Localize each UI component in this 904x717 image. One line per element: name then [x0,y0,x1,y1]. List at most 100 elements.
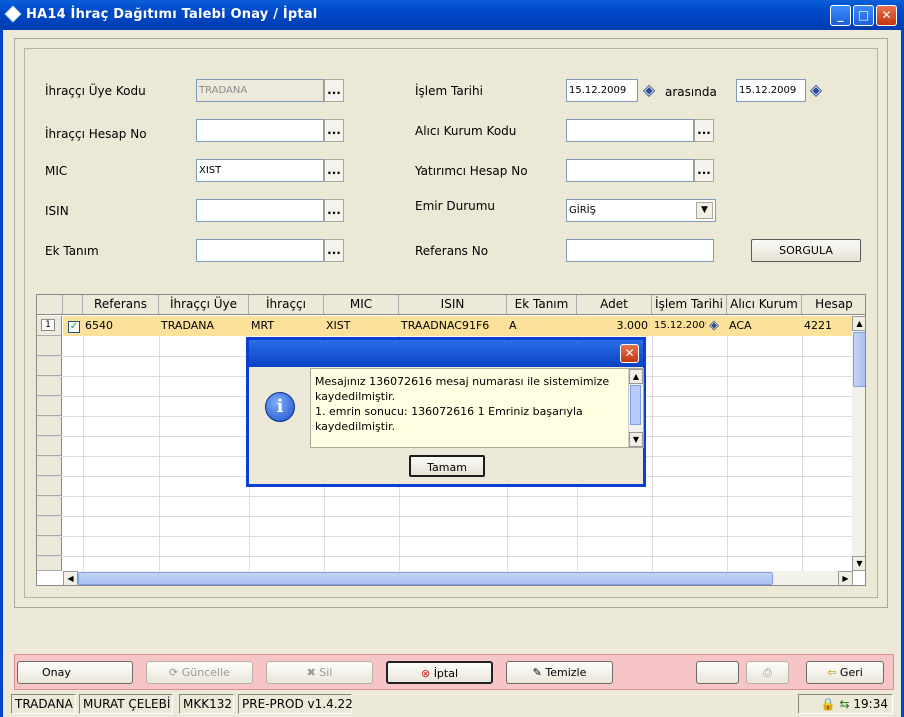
emir-durumu-label: Emir Durumu [415,199,496,213]
blank-button[interactable] [696,661,739,684]
mic-label: MIC [45,164,68,178]
cell-isin[interactable]: TRAADNAC91F6 [399,316,507,336]
cell-islem-tarihi[interactable]: 15.12.2009 [652,316,706,336]
cell-alici-kurum[interactable]: ACA [727,316,802,336]
row-header[interactable] [37,376,62,396]
onay-button[interactable]: Onay [17,661,133,684]
alici-kurum-input[interactable] [566,119,694,142]
vertical-scrollbar[interactable]: ▲ ▼ [852,316,865,571]
col-divider [802,315,803,571]
emir-durumu-select[interactable]: GİRİŞ ▼ [566,199,716,222]
horizontal-scrollbar[interactable]: ◀ ▶ [63,571,853,585]
minimize-button[interactable]: _ [830,5,851,26]
cell-referans[interactable]: 6540 [83,316,159,336]
yatirimci-hesap-label: Yatırımcı Hesap No [415,164,528,178]
ek-tanim-label: Ek Tanım [45,244,99,258]
cell-ihracci[interactable]: MRT [249,316,324,336]
cell-hesap[interactable]: 4221 [802,316,852,336]
onay-label: Onay [42,666,71,679]
col-header[interactable]: Referans [83,295,159,315]
calendar-from-icon[interactable]: ◈ [640,80,658,100]
chevron-down-icon[interactable]: ▼ [696,202,713,219]
row-checkbox[interactable]: ✓ [66,316,82,336]
scroll-down-icon[interactable]: ▼ [852,556,865,571]
row-header[interactable] [37,356,62,376]
issuer-account-input[interactable] [196,119,324,142]
row-header[interactable] [37,536,62,556]
emir-durumu-value: GİRİŞ [569,205,596,216]
action-toolbar: Onay ⟳ Güncelle ✖ Sil ⊗ İptal ✎ Temizle … [14,654,894,690]
col-header[interactable]: ISIN [399,295,507,315]
isin-label: ISIN [45,204,69,218]
scroll-left-icon[interactable]: ◀ [63,571,78,585]
dialog-message-scrollbar[interactable]: ▲ ▼ [628,369,643,447]
issuer-member-code-lookup-button[interactable]: ... [324,79,344,102]
scroll-down-icon[interactable]: ▼ [629,432,643,447]
row-header[interactable] [37,396,62,416]
temizle-button[interactable]: ✎ Temizle [506,661,613,684]
cell-mic[interactable]: XIST [324,316,399,336]
status-tray: 🔒 ⇆ 19:34 [798,694,893,714]
print-button[interactable]: ⎙ [746,661,789,684]
ok-button[interactable]: Tamam [409,455,485,477]
vertical-scroll-thumb[interactable] [853,332,865,387]
isin-input[interactable] [196,199,324,222]
maximize-button[interactable]: □ [853,5,874,26]
date-to-input[interactable]: 15.12.2009 [736,79,806,102]
sil-label: Sil [319,666,333,679]
row-header[interactable]: 1 [37,316,62,336]
dialog-scroll-thumb[interactable] [630,385,641,425]
issuer-member-code-label: İhraççı Üye Kodu [45,84,146,98]
scroll-up-icon[interactable]: ▲ [852,316,865,331]
issuer-account-label: İhraççı Hesap No [45,127,147,141]
sil-button[interactable]: ✖ Sil [266,661,373,684]
col-header[interactable]: Ek Tanım [507,295,577,315]
cell-ihracci-uye[interactable]: TRADANA [159,316,249,336]
status-user: MURAT ÇELEBİ [79,694,173,714]
scroll-right-icon[interactable]: ▶ [838,571,853,585]
issuer-account-lookup-button[interactable]: ... [324,119,344,142]
col-header[interactable]: Alıcı Kurum [727,295,802,315]
row-header[interactable] [37,556,62,571]
scroll-up-icon[interactable]: ▲ [629,369,643,384]
row-header[interactable] [37,476,62,496]
info-dialog: ✕ i Mesajınız 136072616 mesaj numarası i… [246,337,646,487]
yatirimci-hesap-input[interactable] [566,159,694,182]
col-header[interactable]: İşlem Tarihi [652,295,727,315]
referans-input[interactable] [566,239,714,262]
row-header[interactable] [37,436,62,456]
ek-tanim-input[interactable] [196,239,324,262]
sorgula-button[interactable]: SORGULA [751,239,861,262]
col-header[interactable]: İhraççı Üye [159,295,249,315]
guncelle-button[interactable]: ⟳ Güncelle [146,661,253,684]
alici-kurum-lookup-button[interactable]: ... [694,119,714,142]
iptal-button[interactable]: ⊗ İptal [386,661,493,684]
ek-tanim-lookup-button[interactable]: ... [324,239,344,262]
close-button[interactable]: ✕ [876,5,897,26]
calendar-icon[interactable]: ◈ [707,316,725,336]
issuer-member-code-input[interactable]: TRADANA [196,79,324,102]
col-header[interactable]: Adet [577,295,652,315]
alici-kurum-label: Alıcı Kurum Kodu [415,124,517,138]
app-icon [4,5,22,23]
yatirimci-hesap-lookup-button[interactable]: ... [694,159,714,182]
col-divider [159,315,160,571]
cell-ek-tanim[interactable]: A [507,316,577,336]
horizontal-scroll-thumb[interactable] [78,572,773,585]
row-header[interactable] [37,496,62,516]
col-header[interactable]: MIC [324,295,399,315]
row-header[interactable] [37,336,62,356]
geri-button[interactable]: ⇦ Geri [806,661,884,684]
row-header[interactable] [37,456,62,476]
isin-lookup-button[interactable]: ... [324,199,344,222]
cell-adet[interactable]: 3.000 [577,316,650,336]
mic-input[interactable]: XIST [196,159,324,182]
date-from-input[interactable]: 15.12.2009 [566,79,638,102]
row-header[interactable] [37,416,62,436]
mic-lookup-button[interactable]: ... [324,159,344,182]
calendar-to-icon[interactable]: ◈ [807,80,825,100]
col-header[interactable]: Hesap [802,295,865,315]
col-header[interactable]: İhraççı [249,295,324,315]
row-header[interactable] [37,516,62,536]
dialog-close-button[interactable]: ✕ [620,344,639,363]
